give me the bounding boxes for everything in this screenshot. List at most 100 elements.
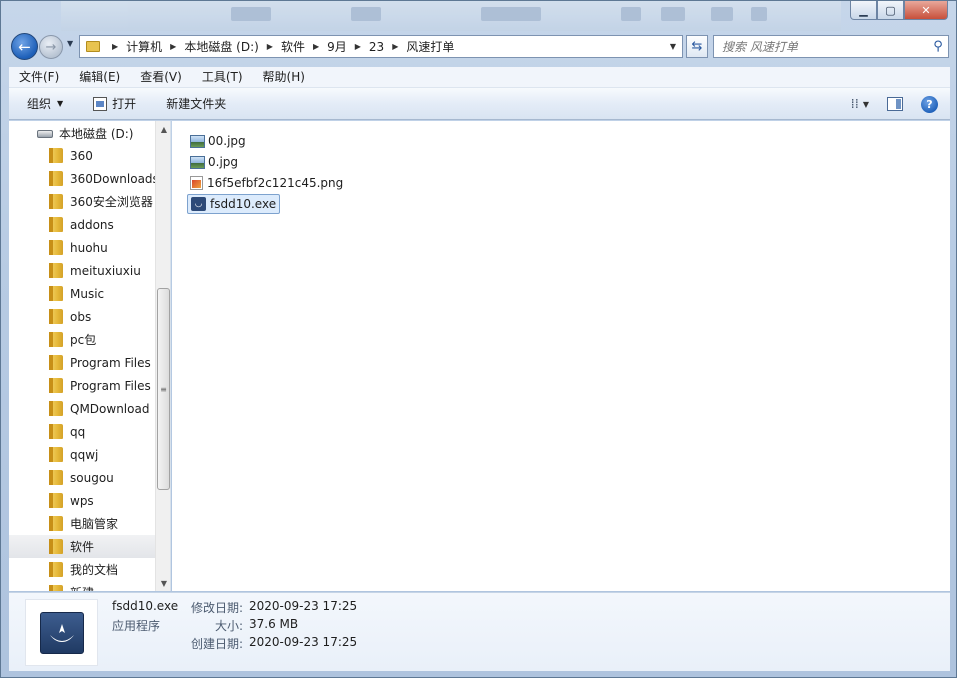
search-icon[interactable]: ⚲ bbox=[928, 39, 948, 54]
tree-item-label: Music bbox=[70, 286, 105, 301]
tree-item-label: Program Files bbox=[70, 378, 151, 393]
menu-tools[interactable]: 工具(T) bbox=[192, 67, 253, 88]
open-icon bbox=[93, 96, 108, 111]
organize-button[interactable]: 组织 ▼ bbox=[9, 88, 73, 120]
navigation-scrollbar[interactable]: ▲ ≡ ▼ bbox=[155, 121, 170, 591]
file-item[interactable]: 0.jpg bbox=[187, 152, 241, 172]
app-icon bbox=[39, 611, 84, 654]
exe-file-icon: ◡ bbox=[191, 197, 206, 211]
breadcrumb: ▶ 计算机 ▶ 本地磁盘 (D:) ▶ 软件 ▶ 9月 ▶ 23 ▶ 风速打单 bbox=[104, 38, 454, 55]
search-box: ⚲ bbox=[713, 35, 949, 58]
forward-button[interactable]: → bbox=[39, 35, 63, 59]
help-icon[interactable]: ? bbox=[921, 95, 938, 113]
address-history-dropdown-icon[interactable]: ▼ bbox=[670, 42, 676, 51]
breadcrumb-item[interactable]: ▶ 软件 bbox=[259, 38, 305, 55]
address-bar[interactable]: ▶ 计算机 ▶ 本地磁盘 (D:) ▶ 软件 ▶ 9月 ▶ 23 ▶ 风速打单 ▼ bbox=[79, 35, 683, 58]
scroll-thumb[interactable]: ≡ bbox=[157, 288, 170, 490]
menu-help[interactable]: 帮助(H) bbox=[253, 67, 315, 88]
tree-item-label: qqwj bbox=[70, 447, 99, 462]
breadcrumb-item[interactable]: ▶ 计算机 bbox=[104, 38, 162, 55]
created-date-label: 创建日期: bbox=[190, 637, 243, 651]
tree-item-label: meituxiuxiu bbox=[70, 263, 141, 278]
tree-item-drive-d[interactable]: 本地磁盘 (D:) bbox=[37, 125, 133, 142]
chevron-right-icon[interactable]: ▶ bbox=[313, 42, 319, 51]
tree-item[interactable]: Music bbox=[9, 282, 155, 305]
view-options-chevron-icon[interactable]: ▼ bbox=[863, 100, 869, 109]
tree-item[interactable]: Program Files bbox=[9, 351, 155, 374]
modified-date-label: 修改日期: bbox=[190, 601, 243, 615]
close-button[interactable]: ✕ bbox=[904, 1, 948, 20]
menu-view[interactable]: 查看(V) bbox=[130, 67, 192, 88]
tree-item-label: qq bbox=[70, 424, 86, 439]
new-folder-button[interactable]: 新建文件夹 bbox=[146, 88, 236, 120]
breadcrumb-item[interactable]: ▶ 9月 bbox=[305, 38, 347, 55]
tree-item[interactable]: 电脑管家 bbox=[9, 512, 155, 535]
size-value: 37.6 MB bbox=[249, 617, 299, 631]
breadcrumb-item[interactable]: ▶ 本地磁盘 (D:) bbox=[162, 38, 259, 55]
tree-item[interactable]: qq bbox=[9, 420, 155, 443]
back-button[interactable]: ← bbox=[11, 33, 38, 60]
file-name: 0.jpg bbox=[208, 155, 239, 169]
chevron-right-icon[interactable]: ▶ bbox=[355, 42, 361, 51]
open-button[interactable]: 打开 bbox=[73, 88, 146, 120]
scroll-up-icon[interactable]: ▲ bbox=[156, 121, 170, 137]
tree-item[interactable]: qqwj bbox=[9, 443, 155, 466]
tree-item-label: sougou bbox=[70, 470, 114, 485]
folder-tree: 360 360Downloads 360安全浏览器 addons huohu meitux… bbox=[9, 144, 155, 591]
breadcrumb-label: 本地磁盘 (D:) bbox=[184, 40, 259, 54]
folder-icon bbox=[49, 217, 63, 232]
tree-item[interactable]: Program Files bbox=[9, 374, 155, 397]
folder-icon bbox=[49, 516, 63, 531]
tree-item[interactable]: wps bbox=[9, 489, 155, 512]
background-taskbar-blur bbox=[61, 1, 841, 31]
modified-date-value: 2020-09-23 17:25 bbox=[249, 599, 358, 613]
menu-edit[interactable]: 编辑(E) bbox=[69, 67, 130, 88]
tree-item-label: obs bbox=[70, 309, 92, 324]
tree-item-label: Program Files bbox=[70, 355, 151, 370]
tree-item[interactable]: meituxiuxiu bbox=[9, 259, 155, 282]
breadcrumb-label: 风速打单 bbox=[406, 40, 455, 54]
preview-pane-icon[interactable] bbox=[887, 97, 903, 111]
breadcrumb-label: 23 bbox=[368, 39, 385, 54]
tree-item[interactable]: huohu bbox=[9, 236, 155, 259]
tree-item[interactable]: 新建... bbox=[9, 581, 155, 591]
tree-item[interactable]: 软件 bbox=[9, 535, 155, 558]
tree-item[interactable]: obs bbox=[9, 305, 155, 328]
file-list: 00.jpg 0.jpg 16f5efbf2c121c45.png ◡ fsdd10.e… bbox=[172, 121, 950, 591]
tree-item[interactable]: 我的文档 bbox=[9, 558, 155, 581]
tree-item[interactable]: pc包 bbox=[9, 328, 155, 351]
breadcrumb-item[interactable]: ▶ 风速打单 bbox=[384, 38, 454, 55]
chevron-right-icon[interactable]: ▶ bbox=[170, 42, 176, 51]
new-folder-label: 新建文件夹 bbox=[166, 97, 227, 111]
chevron-right-icon[interactable]: ▶ bbox=[392, 42, 398, 51]
folder-icon bbox=[49, 585, 63, 591]
tree-item-label: wps bbox=[70, 493, 94, 508]
tree-item[interactable]: QMDownload bbox=[9, 397, 155, 420]
menu-file[interactable]: 文件(F) bbox=[9, 67, 69, 88]
minimize-button[interactable]: ▁ bbox=[850, 1, 877, 20]
refresh-button[interactable]: ⇆ bbox=[686, 35, 708, 58]
explorer-window: ▁ ▢ ✕ ← → ▼ ▶ 计算机 ▶ 本地磁盘 (D:) ▶ 软件 ▶ 9月 ▶ 23 ▶ 风速打单… bbox=[0, 0, 957, 678]
recent-pages-dropdown-icon[interactable]: ▼ bbox=[67, 39, 73, 48]
file-item[interactable]: 16f5efbf2c121c45.png bbox=[187, 173, 346, 193]
folder-icon bbox=[49, 562, 63, 577]
tree-item[interactable]: 360Downloads bbox=[9, 167, 155, 190]
chevron-right-icon[interactable]: ▶ bbox=[112, 42, 118, 51]
tree-item[interactable]: 360安全浏览器 bbox=[9, 190, 155, 213]
tree-item[interactable]: addons bbox=[9, 213, 155, 236]
navigation-bar: ← → ▼ ▶ 计算机 ▶ 本地磁盘 (D:) ▶ 软件 ▶ 9月 ▶ 23 ▶ 风速打单 ▼ ⇆ ⚲ bbox=[9, 33, 949, 61]
file-item[interactable]: ◡ fsdd10.exe bbox=[187, 194, 281, 214]
folder-icon bbox=[49, 309, 63, 324]
file-item[interactable]: 00.jpg bbox=[187, 131, 249, 151]
file-name: fsdd10.exe bbox=[210, 197, 277, 211]
search-input[interactable] bbox=[714, 39, 928, 54]
folder-icon bbox=[49, 378, 63, 393]
scroll-down-icon[interactable]: ▼ bbox=[156, 575, 170, 591]
tree-item[interactable]: sougou bbox=[9, 466, 155, 489]
folder-icon bbox=[49, 447, 63, 462]
chevron-right-icon[interactable]: ▶ bbox=[267, 42, 273, 51]
change-view-icon[interactable]: ⁞⁞ bbox=[847, 97, 863, 112]
maximize-button[interactable]: ▢ bbox=[877, 1, 904, 20]
breadcrumb-item[interactable]: ▶ 23 bbox=[347, 40, 384, 54]
tree-item[interactable]: 360 bbox=[9, 144, 155, 167]
